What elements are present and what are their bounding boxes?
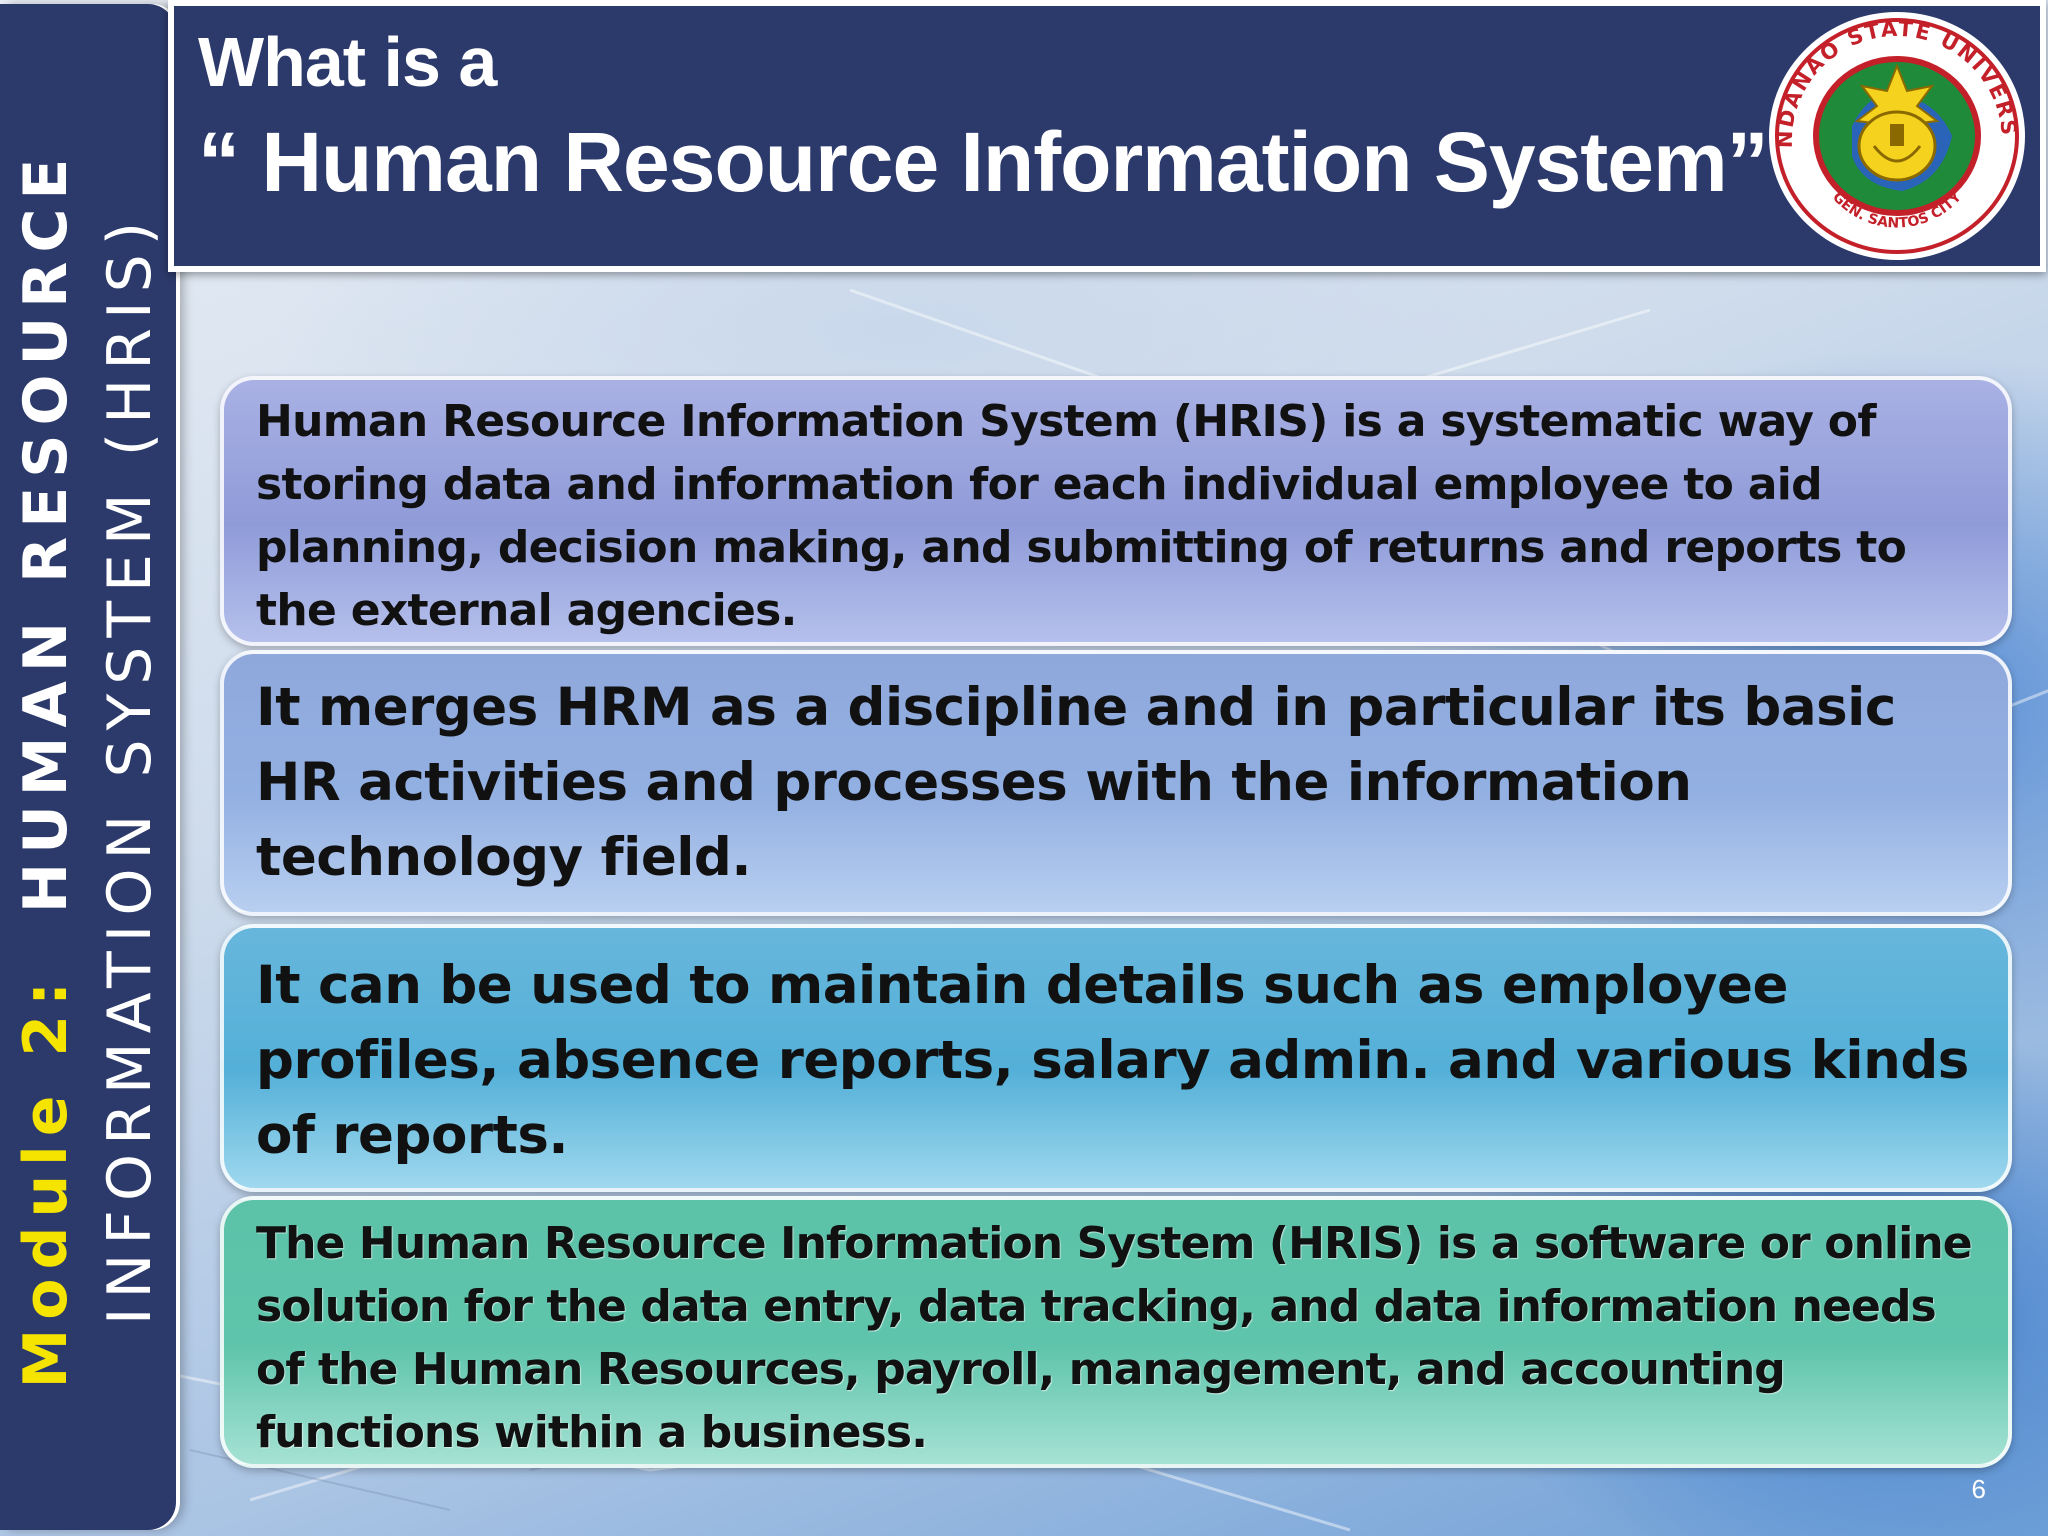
- module-name-part2: INFORMATION SYSTEM (HRIS): [95, 212, 165, 1326]
- definition-box-4: The Human Resource Information System (H…: [220, 1196, 2012, 1468]
- module-name-part1: HUMAN RESOURCE: [11, 149, 81, 914]
- module-label: Module 2:: [11, 972, 81, 1389]
- definition-box-3: It can be used to maintain details such …: [220, 924, 2012, 1192]
- slide-number: 6: [1971, 1474, 1986, 1504]
- definition-box-1: Human Resource Information System (HRIS)…: [220, 376, 2012, 646]
- slide-title-line1: What is a: [198, 23, 497, 101]
- slide-title-line2: “ Human Resource Information System”: [198, 115, 1769, 209]
- university-seal-logo: MINDANAO STATE UNIVERSITY GEN. SANTOS CI…: [1762, 6, 2025, 260]
- definition-box-2: It merges HRM as a discipline and in par…: [220, 650, 2012, 916]
- module-title-vertical: Module 2: HUMAN RESOURCE INFORMATION SYS…: [4, 59, 172, 1479]
- module-title-line1: Module 2: HUMAN RESOURCE: [4, 59, 88, 1479]
- module-sidebar: Module 2: HUMAN RESOURCE INFORMATION SYS…: [0, 4, 176, 1530]
